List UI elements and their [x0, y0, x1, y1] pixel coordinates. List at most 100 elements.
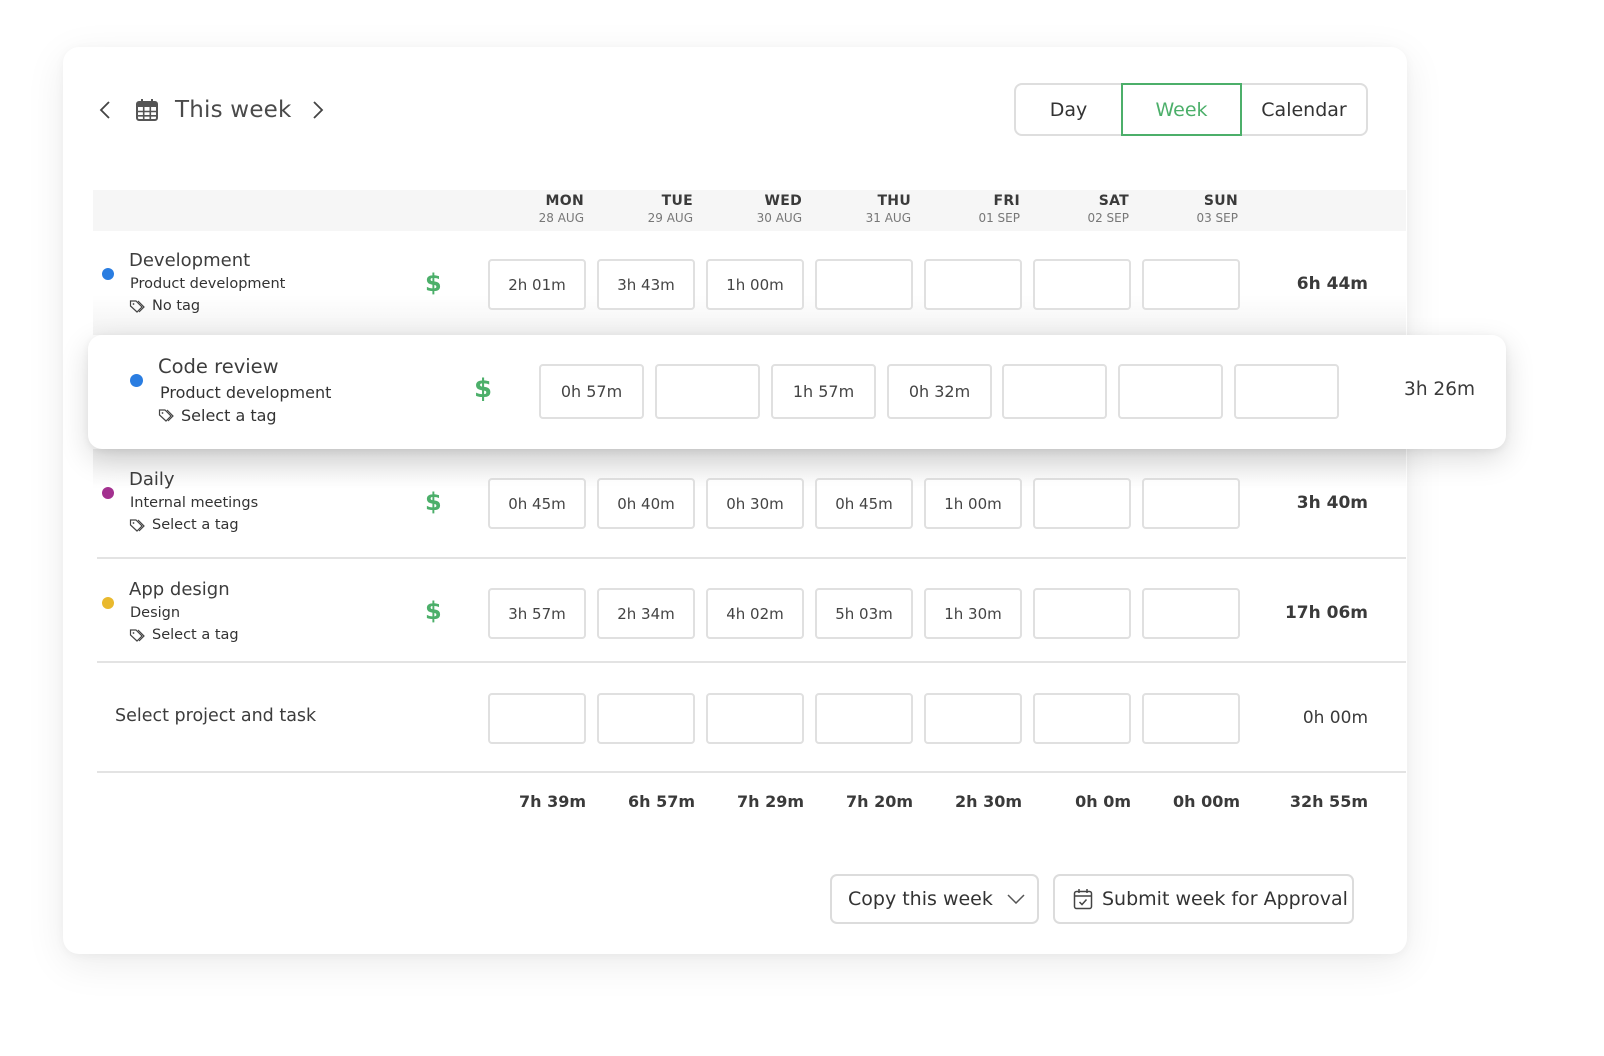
- time-entry-cell[interactable]: 1h 57m: [771, 364, 876, 419]
- copy-week-dropdown[interactable]: Copy this week: [830, 874, 1039, 924]
- time-entry-cell[interactable]: [1118, 364, 1223, 419]
- task-name[interactable]: Code review: [158, 355, 279, 378]
- time-entry-cell[interactable]: 1h 30m: [924, 588, 1022, 639]
- table-header: MON 28 AUG TUE 29 AUG WED 30 AUG THU 31 AUG …: [93, 190, 1406, 231]
- tag-icon: [129, 299, 145, 313]
- time-entry-cell[interactable]: 0h 32m: [887, 364, 992, 419]
- time-entry-cell[interactable]: [706, 693, 804, 744]
- tag-label: Select a tag: [152, 517, 239, 533]
- column-total: 6h 57m: [627, 792, 695, 811]
- tag-selector[interactable]: Select a tag: [129, 517, 239, 533]
- project-color-dot: [102, 487, 114, 499]
- view-calendar-tab[interactable]: Calendar: [1242, 85, 1366, 134]
- project-name: Product development: [160, 383, 332, 402]
- time-entry-cell[interactable]: 3h 57m: [488, 588, 586, 639]
- time-entry-cell[interactable]: [1033, 588, 1131, 639]
- billable-dollar-icon[interactable]: $: [425, 597, 442, 625]
- view-week-tab[interactable]: Week: [1121, 83, 1242, 136]
- time-entry-cell[interactable]: 0h 30m: [706, 478, 804, 529]
- next-week-button[interactable]: [308, 96, 328, 124]
- row-total: 0h 00m: [1302, 708, 1368, 728]
- submit-for-approval-button[interactable]: Submit week for Approval: [1053, 874, 1354, 924]
- tag-label: Select a tag: [181, 406, 277, 425]
- time-entry-cell[interactable]: [924, 693, 1022, 744]
- column-header-tue: TUE 29 AUG: [647, 193, 693, 225]
- time-entry-cell[interactable]: [815, 259, 913, 310]
- tag-icon: [129, 518, 145, 532]
- tag-selector[interactable]: Select a tag: [158, 406, 277, 425]
- chevron-right-icon: [312, 101, 323, 119]
- time-entry-cell[interactable]: 0h 45m: [815, 478, 913, 529]
- column-header-thu: THU 31 AUG: [865, 193, 911, 225]
- project-name: Design: [130, 605, 181, 621]
- time-entry-cell[interactable]: 1h 00m: [706, 259, 804, 310]
- column-header-wed: WED 30 AUG: [756, 193, 802, 225]
- column-total: 7h 20m: [845, 792, 913, 811]
- view-switch: Day Week Calendar: [1014, 83, 1368, 136]
- time-entry-cell[interactable]: 0h 45m: [488, 478, 586, 529]
- task-name[interactable]: App design: [129, 579, 230, 600]
- time-entry-cell[interactable]: [655, 364, 760, 419]
- time-entry-cell[interactable]: [1142, 588, 1240, 639]
- column-header-mon: MON 28 AUG: [538, 193, 584, 225]
- row-total: 3h 40m: [1296, 493, 1368, 513]
- time-entry-cell[interactable]: [488, 693, 586, 744]
- view-day-tab[interactable]: Day: [1016, 85, 1121, 134]
- tag-label: No tag: [152, 298, 201, 314]
- billable-dollar-icon[interactable]: $: [474, 374, 492, 404]
- page-title: This week: [175, 97, 292, 123]
- tag-label: Select a tag: [152, 627, 239, 643]
- time-entry-cell[interactable]: [1142, 259, 1240, 310]
- time-entry-cell[interactable]: [1033, 693, 1131, 744]
- table-row-elevated: Code review Product development Select a…: [88, 335, 1506, 449]
- calendar-icon[interactable]: [135, 98, 159, 122]
- time-entry-cell[interactable]: 2h 01m: [488, 259, 586, 310]
- time-entry-cell[interactable]: [924, 259, 1022, 310]
- column-header-sat: SAT 02 SEP: [1087, 193, 1129, 225]
- project-name: Product development: [130, 276, 286, 292]
- column-header-sun: SUN 03 SEP: [1196, 193, 1238, 225]
- chevron-left-icon: [99, 101, 110, 119]
- column-total: 7h 29m: [736, 792, 804, 811]
- row-total: 6h 44m: [1296, 274, 1368, 294]
- tag-selector[interactable]: Select a tag: [129, 627, 239, 643]
- week-navigator: This week: [95, 88, 328, 132]
- time-entry-cell[interactable]: [815, 693, 913, 744]
- grand-total: 32h 55m: [1289, 792, 1368, 811]
- time-entry-cell[interactable]: [1002, 364, 1107, 419]
- time-entry-cell[interactable]: 4h 02m: [706, 588, 804, 639]
- tag-icon: [158, 409, 174, 422]
- row-total: 17h 06m: [1284, 603, 1368, 623]
- row-divider: [97, 557, 1406, 559]
- time-entry-cell[interactable]: [597, 693, 695, 744]
- tag-icon: [129, 628, 145, 642]
- time-entry-cell[interactable]: 5h 03m: [815, 588, 913, 639]
- time-entry-cell[interactable]: [1033, 259, 1131, 310]
- column-total: 2h 30m: [954, 792, 1022, 811]
- project-name: Internal meetings: [130, 495, 259, 511]
- time-entry-cell[interactable]: 2h 34m: [597, 588, 695, 639]
- time-entry-cell[interactable]: [1234, 364, 1339, 419]
- task-name[interactable]: Development: [129, 250, 250, 271]
- billable-dollar-icon[interactable]: $: [425, 269, 442, 297]
- time-entry-cell[interactable]: 1h 00m: [924, 478, 1022, 529]
- copy-week-label: Copy this week: [848, 888, 993, 910]
- time-entry-cell[interactable]: 0h 40m: [597, 478, 695, 529]
- row-divider: [97, 771, 1406, 773]
- time-entry-cell[interactable]: [1142, 693, 1240, 744]
- time-entry-cell[interactable]: [1142, 478, 1240, 529]
- chevron-down-icon: [1007, 894, 1025, 904]
- tag-selector[interactable]: No tag: [129, 298, 200, 314]
- column-total: 0h 0m: [1075, 792, 1131, 811]
- time-entry-cell[interactable]: 3h 43m: [597, 259, 695, 310]
- previous-week-button[interactable]: [95, 96, 115, 124]
- task-name[interactable]: Daily: [129, 469, 175, 490]
- column-total: 0h 00m: [1172, 792, 1240, 811]
- time-entry-cell[interactable]: [1033, 478, 1131, 529]
- select-project-and-task[interactable]: Select project and task: [115, 706, 316, 726]
- time-entry-cell[interactable]: 0h 57m: [539, 364, 644, 419]
- project-color-dot: [130, 374, 143, 387]
- row-divider: [97, 661, 1406, 663]
- billable-dollar-icon[interactable]: $: [425, 488, 442, 516]
- row-total: 3h 26m: [1404, 379, 1475, 400]
